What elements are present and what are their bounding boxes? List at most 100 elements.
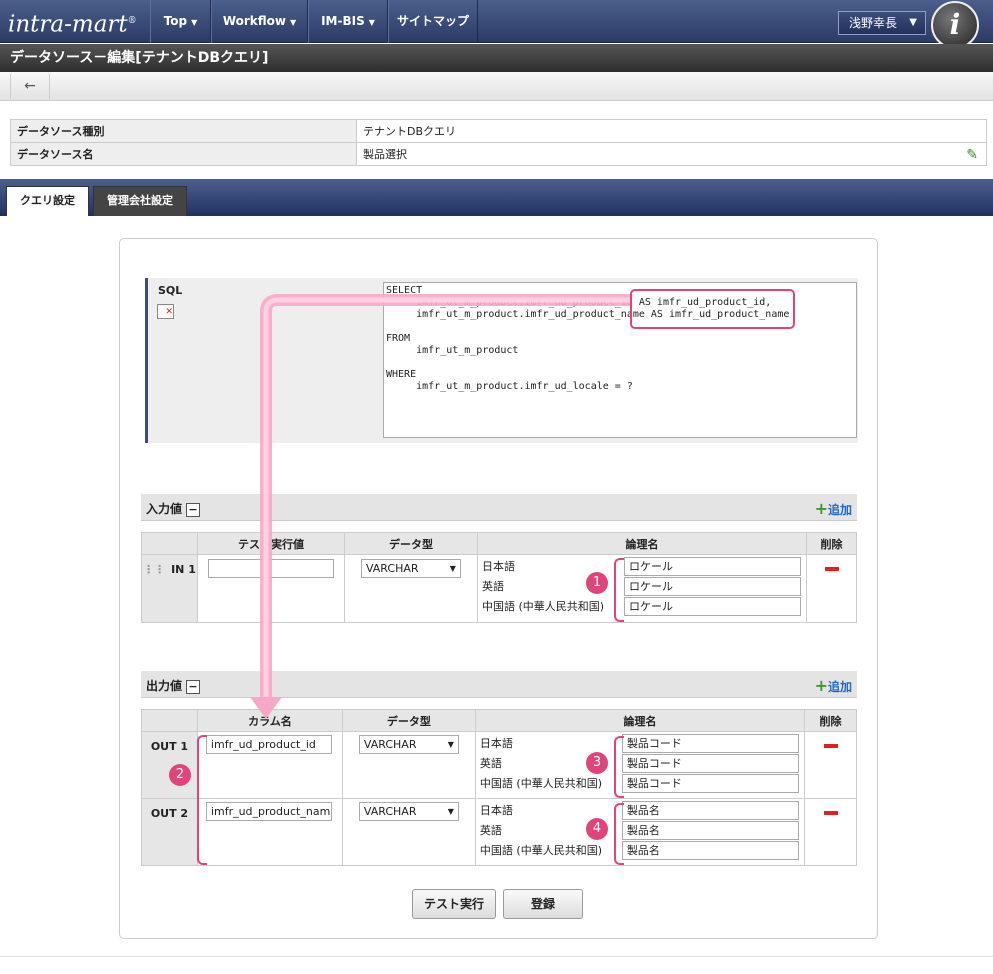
col-header: 論理名 [476, 532, 808, 555]
pencil-icon[interactable]: ✎ [966, 147, 978, 163]
data-type-value: VARCHAR [363, 738, 417, 751]
tab-query-settings[interactable]: クエリ設定 [6, 186, 89, 216]
column-name-cell: imfr_ud_product_id [196, 731, 343, 799]
nav-workflow[interactable]: Workflow ▼ [211, 0, 308, 43]
table-row: OUT 2 imfr_ud_product_nam VARCHAR ▼ 日本語 製品… [141, 798, 857, 866]
nav-top-label: Top [163, 14, 188, 28]
type-cell: VARCHAR ▼ [341, 798, 476, 866]
output-section-header: 出力値 − +追加 [141, 671, 857, 698]
logical-name-input[interactable]: ロケール [623, 597, 801, 616]
plus-icon: + [814, 499, 828, 518]
delete-icon[interactable] [823, 811, 838, 815]
callout-bracket [197, 735, 207, 865]
col-header: テスト実行値 [196, 532, 345, 555]
data-type-value: VARCHAR [363, 805, 417, 818]
nav-im-bis[interactable]: IM-BIS ▼ [308, 0, 388, 43]
info-row: データソース名 製品選択 ✎ [10, 142, 987, 166]
add-input-label: 追加 [827, 503, 852, 517]
lang-row: 日本語 製品名 [476, 801, 804, 821]
nav-top[interactable]: Top ▼ [150, 0, 211, 43]
save-button[interactable]: 登録 [503, 889, 583, 919]
page-title: データソース－編集[テナントDBクエリ] [0, 44, 993, 72]
column-name-input[interactable]: imfr_ud_product_id [205, 735, 332, 754]
lang-label: 日本語 [479, 737, 513, 750]
datasource-info-table: データソース種別 テナントDBクエリ データソース名 製品選択 ✎ [10, 119, 987, 166]
lang-label: 中国語 (中華人民共和国) [479, 844, 602, 857]
info-label: データソース種別 [10, 119, 357, 143]
caret-down-icon: ▼ [449, 564, 456, 573]
lang-label: 中国語 (中華人民共和国) [481, 600, 605, 613]
lang-row: 中国語 (中華人民共和国) 製品コード [476, 774, 804, 794]
data-type-select[interactable]: VARCHAR ▼ [360, 559, 461, 578]
tab-company-settings[interactable]: 管理会社設定 [93, 186, 187, 216]
delete-icon[interactable] [823, 744, 838, 748]
collapse-icon[interactable]: − [186, 679, 201, 694]
logical-name-input[interactable]: 製品コード [621, 734, 799, 753]
add-output-label: 追加 [827, 680, 852, 694]
column-name-input[interactable]: imfr_ud_product_nam [205, 802, 332, 821]
info-value-cell: 製品選択 ✎ [356, 142, 987, 166]
output-title-text: 出力値 [146, 679, 183, 693]
table-row: ⋮⋮ IN 1 VARCHAR ▼ 日本語 ロケール 英語 ロケール 中国語 (中華人民… [141, 554, 857, 623]
col-header [141, 532, 198, 555]
callout-number: 1 [586, 572, 608, 594]
row-key: OUT 1 [141, 731, 198, 799]
input-section-title: 入力値 − [146, 500, 201, 517]
delete-icon[interactable] [824, 567, 839, 571]
add-input-button[interactable]: +追加 [815, 499, 852, 518]
lang-row: 日本語 製品コード [476, 734, 804, 754]
sql-highlight-box [630, 289, 795, 329]
clear-sql-icon[interactable]: ✕ [157, 304, 174, 319]
collapse-icon[interactable]: − [186, 502, 201, 517]
logical-name-input[interactable]: 製品名 [621, 841, 799, 860]
callout-number: 3 [586, 752, 608, 774]
logo-registered-mark: ® [127, 16, 137, 26]
info-row: データソース種別 テナントDBクエリ [10, 119, 987, 143]
toolbar: ← [0, 72, 993, 101]
row-key: OUT 2 [141, 798, 198, 866]
logical-name-cell: 日本語 製品名 英語 製品名 中国語 (中華人民共和国) 製品名 [474, 798, 806, 866]
sql-label: SQL [158, 284, 183, 297]
delete-cell [804, 798, 857, 866]
col-header: データ型 [341, 709, 476, 732]
nav-sitemap[interactable]: サイトマップ [388, 0, 478, 43]
add-output-button[interactable]: +追加 [815, 676, 852, 695]
logical-name-input[interactable]: ロケール [623, 557, 801, 576]
delete-cell [806, 554, 857, 623]
logical-name-input[interactable]: 製品名 [621, 801, 799, 820]
logical-name-input[interactable]: 製品コード [621, 754, 799, 773]
logical-name-input[interactable]: ロケール [623, 577, 801, 596]
lang-row: 中国語 (中華人民共和国) ロケール [478, 597, 806, 617]
drag-handle-icon[interactable]: ⋮⋮ [143, 563, 165, 576]
input-table: テスト実行値 データ型 論理名 削除 ⋮⋮ IN 1 VARCHAR ▼ 日本語 ロケ… [141, 532, 857, 623]
test-run-button[interactable]: テスト実行 [412, 889, 496, 919]
test-value-input[interactable] [207, 559, 334, 578]
lang-label: 英語 [479, 824, 502, 837]
user-menu-button[interactable]: 浅野幸長 ▼ [838, 11, 926, 35]
data-type-select[interactable]: VARCHAR ▼ [358, 802, 459, 821]
lang-row: 英語 製品名 [476, 821, 804, 841]
logical-name-input[interactable]: 製品名 [621, 821, 799, 840]
row-key-label: IN 1 [171, 563, 196, 576]
data-type-select[interactable]: VARCHAR ▼ [358, 735, 459, 754]
tab-bar: クエリ設定 管理会社設定 [0, 179, 993, 216]
intra-mart-logo[interactable]: intra-mart® [8, 6, 148, 38]
user-name: 浅野幸長 [849, 16, 898, 30]
output-section-title: 出力値 − [146, 677, 201, 694]
col-header: カラム名 [196, 709, 343, 732]
back-button[interactable]: ← [10, 74, 50, 99]
callout-bracket [614, 803, 624, 865]
col-header [141, 709, 198, 732]
top-navigation: intra-mart® Top ▼ Workflow ▼ IM-BIS ▼ サイトマッ… [0, 0, 993, 49]
caret-down-icon: ▼ [290, 18, 297, 27]
table-header-row: テスト実行値 データ型 論理名 削除 [141, 532, 857, 555]
input-section-header: 入力値 − +追加 [141, 494, 857, 521]
logical-name-input[interactable]: 製品コード [621, 774, 799, 793]
lang-label: 英語 [481, 580, 504, 593]
row-key: ⋮⋮ IN 1 [141, 554, 198, 623]
nav-sitemap-label: サイトマップ [396, 14, 469, 28]
lang-label: 英語 [479, 757, 502, 770]
avatar[interactable]: i [931, 1, 979, 49]
nav-workflow-label: Workflow [222, 14, 287, 28]
info-value: テナントDBクエリ [356, 119, 987, 143]
